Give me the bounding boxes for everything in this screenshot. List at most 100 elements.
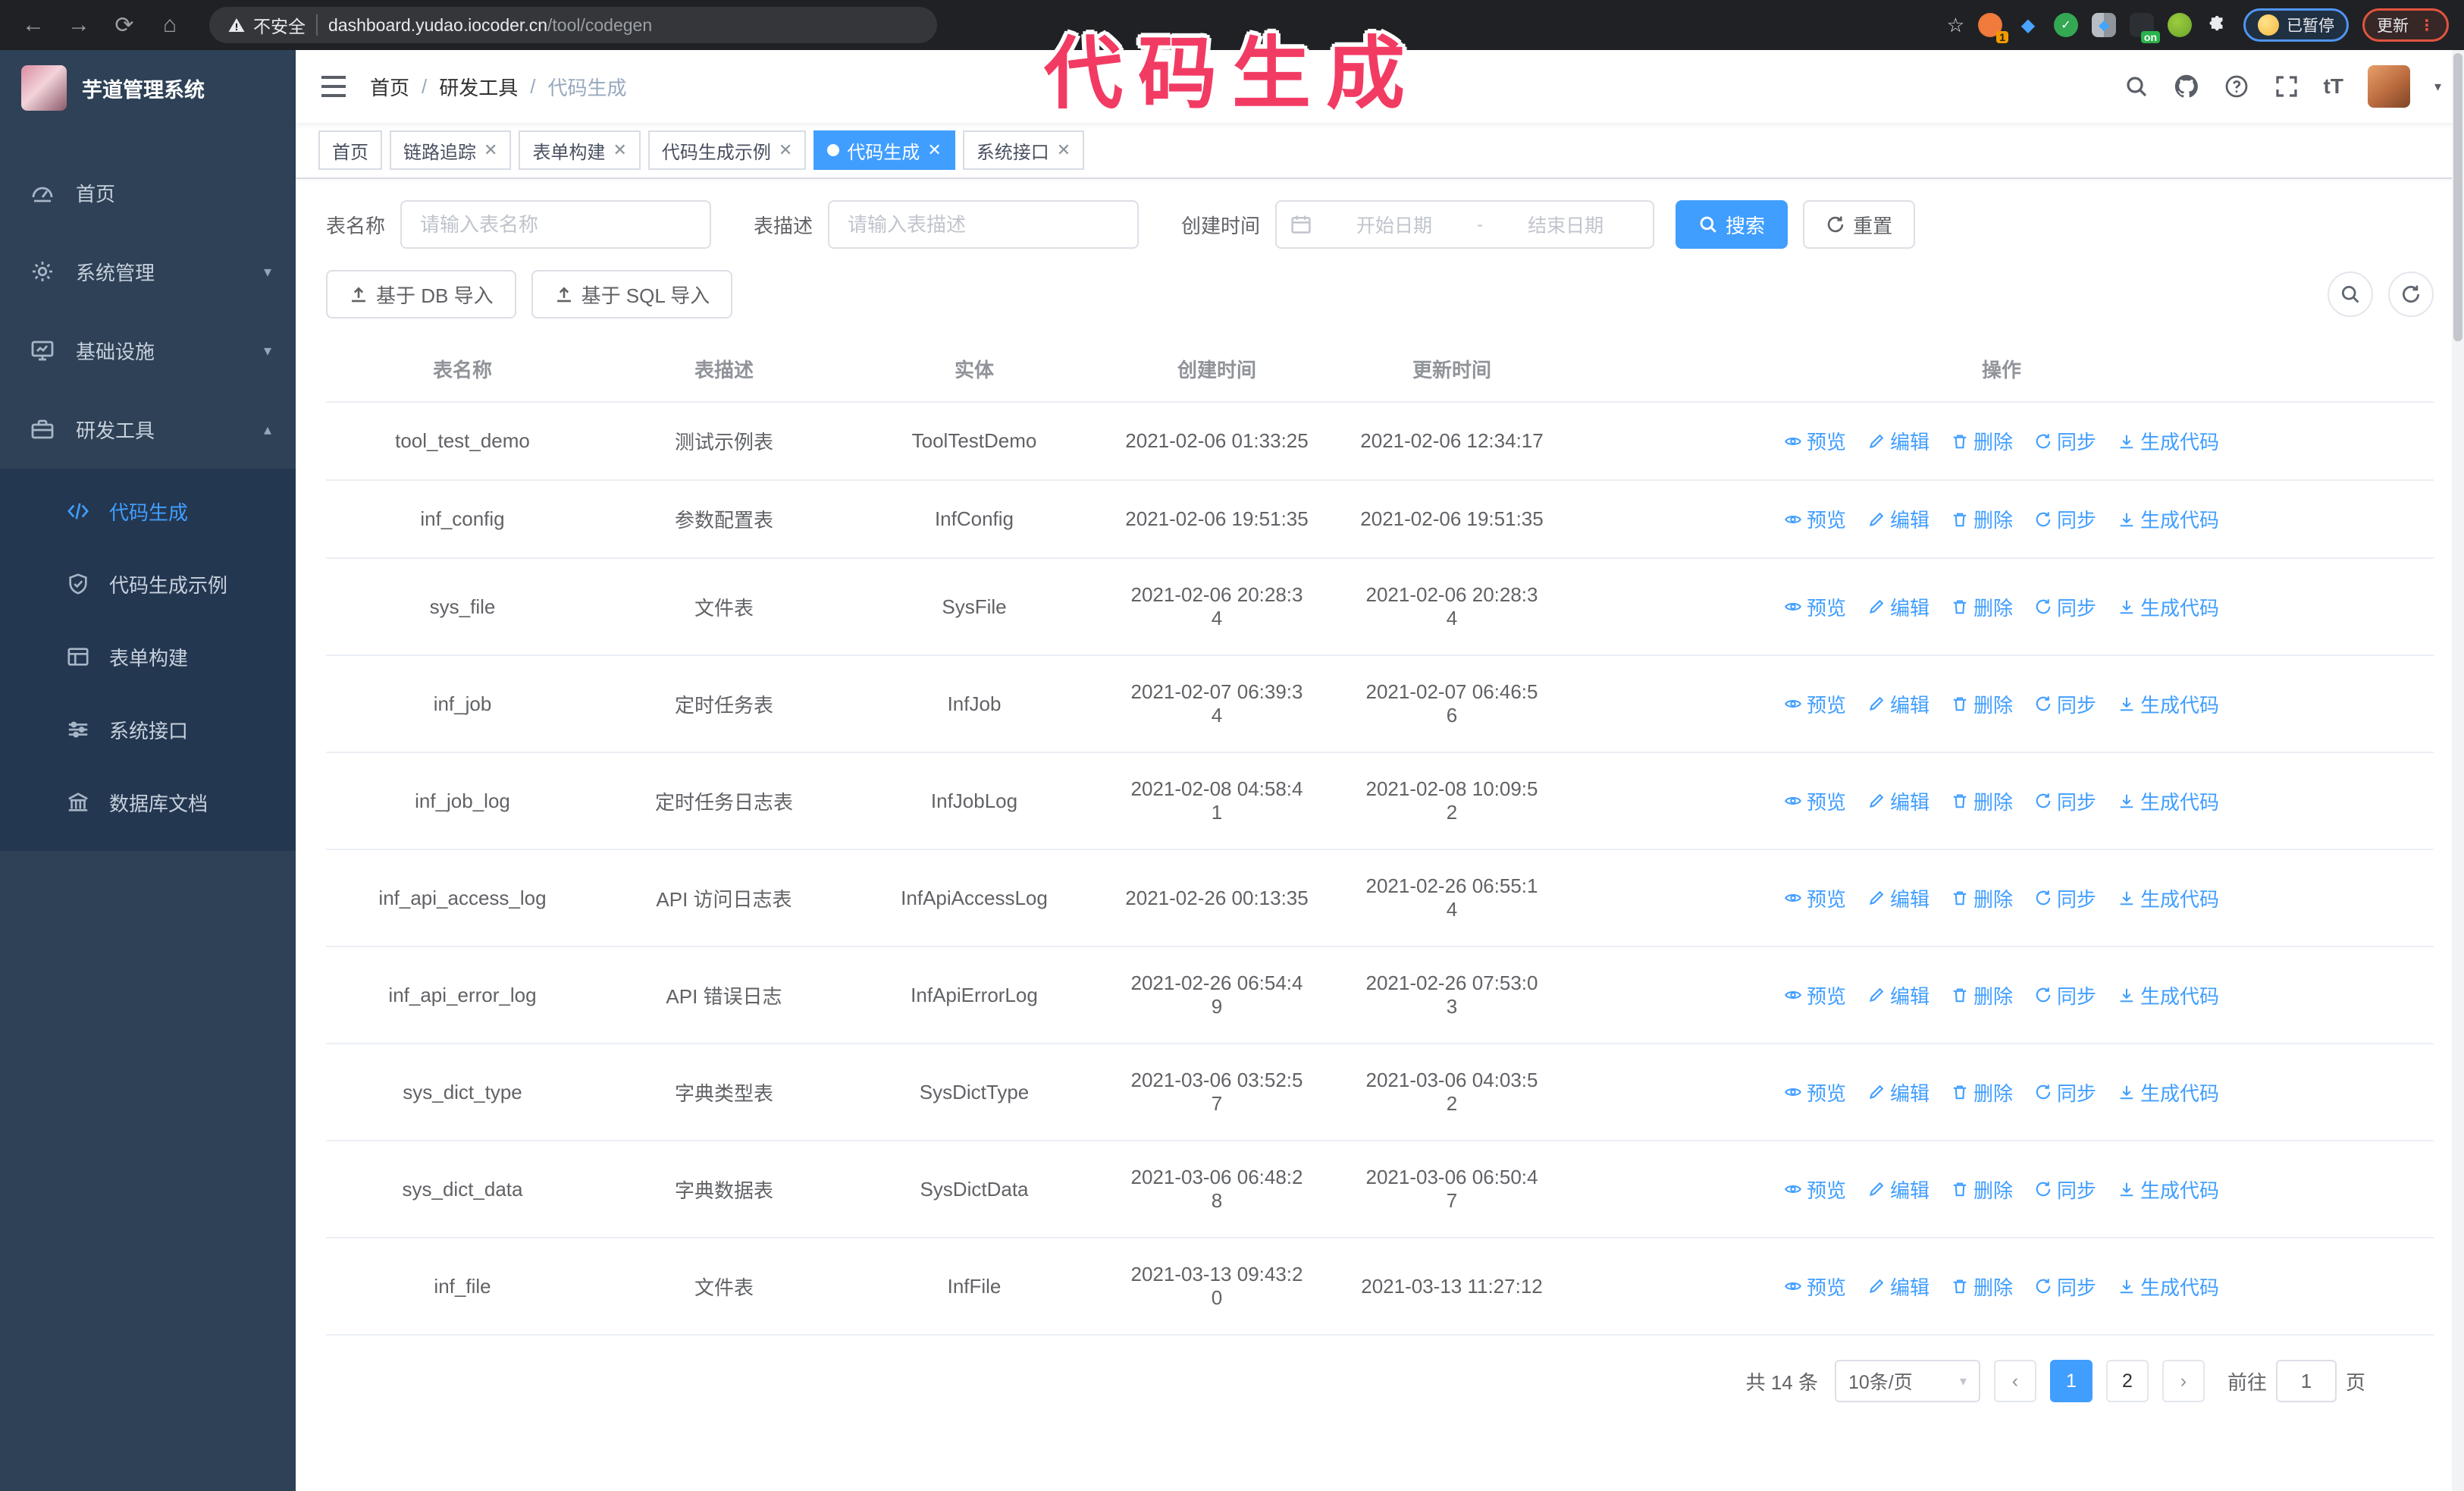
edit-link[interactable]: 编辑 — [1867, 1273, 1930, 1301]
generate-code-link[interactable]: 生成代码 — [2118, 505, 2219, 533]
preview-link[interactable]: 预览 — [1784, 884, 1846, 912]
reset-button[interactable]: 重置 — [1803, 200, 1916, 249]
edit-link[interactable]: 编辑 — [1867, 593, 1930, 621]
sync-link[interactable]: 同步 — [2034, 593, 2096, 621]
preview-link[interactable]: 预览 — [1784, 427, 1846, 455]
edit-link[interactable]: 编辑 — [1867, 1078, 1930, 1106]
sidebar-item-system[interactable]: 系统管理 ▾ — [0, 232, 296, 311]
generate-code-link[interactable]: 生成代码 — [2118, 1176, 2219, 1204]
sidebar-item-infra[interactable]: 基础设施 ▾ — [0, 311, 296, 390]
sync-link[interactable]: 同步 — [2034, 690, 2096, 718]
extension-gem-icon[interactable]: ◆ — [2016, 13, 2040, 37]
text-size-icon[interactable]: tT — [2324, 74, 2343, 99]
extension-check-icon[interactable]: ✓ — [2054, 13, 2078, 37]
browser-menu-icon[interactable]: ⋮ — [2419, 16, 2434, 35]
hamburger-icon[interactable] — [318, 71, 349, 102]
preview-link[interactable]: 预览 — [1784, 981, 1846, 1009]
scrollbar-thumb[interactable] — [2453, 53, 2462, 341]
generate-code-link[interactable]: 生成代码 — [2118, 1273, 2219, 1301]
back-icon[interactable]: ← — [15, 7, 52, 43]
page-scrollbar[interactable] — [2452, 50, 2464, 1491]
sync-link[interactable]: 同步 — [2034, 884, 2096, 912]
sidebar-item-devtools[interactable]: 研发工具 ▴ — [0, 390, 296, 469]
edit-link[interactable]: 编辑 — [1867, 1176, 1930, 1204]
extension-grid-icon[interactable]: ◆ — [2092, 13, 2116, 37]
breadcrumb-home[interactable]: 首页 — [370, 73, 409, 101]
edit-link[interactable]: 编辑 — [1867, 884, 1930, 912]
preview-link[interactable]: 预览 — [1784, 787, 1846, 815]
sidebar-item-codegen[interactable]: 代码生成 — [0, 475, 296, 548]
generate-code-link[interactable]: 生成代码 — [2118, 981, 2219, 1009]
profile-paused-chip[interactable]: 已暂停 — [2243, 8, 2349, 42]
sidebar-item-home[interactable]: 首页 — [0, 153, 296, 232]
generate-code-link[interactable]: 生成代码 — [2118, 427, 2219, 455]
close-icon[interactable]: ✕ — [613, 140, 626, 160]
date-range-picker[interactable]: 开始日期 - 结束日期 — [1275, 200, 1655, 249]
bookmark-star-icon[interactable]: ☆ — [1947, 14, 1964, 37]
extension-bot-icon[interactable] — [2168, 13, 2192, 37]
breadcrumb-devtools[interactable]: 研发工具 — [439, 73, 518, 101]
edit-link[interactable]: 编辑 — [1867, 787, 1930, 815]
sync-link[interactable]: 同步 — [2034, 981, 2096, 1009]
page-button-1[interactable]: 1 — [2049, 1360, 2093, 1402]
sidebar-item-codegen-example[interactable]: 代码生成示例 — [0, 548, 296, 620]
table-name-input[interactable] — [400, 200, 712, 249]
import-db-button[interactable]: 基于 DB 导入 — [326, 270, 516, 319]
prev-page-button[interactable]: ‹ — [1993, 1360, 2036, 1402]
show-search-button[interactable] — [2328, 272, 2373, 317]
sync-link[interactable]: 同步 — [2034, 1078, 2096, 1106]
sync-link[interactable]: 同步 — [2034, 787, 2096, 815]
tab-system-api[interactable]: 系统接口 ✕ — [962, 130, 1085, 170]
table-desc-input[interactable] — [828, 200, 1140, 249]
page-size-select[interactable]: 10条/页 ▾ — [1834, 1360, 1980, 1402]
edit-link[interactable]: 编辑 — [1867, 427, 1930, 455]
edit-link[interactable]: 编辑 — [1867, 690, 1930, 718]
sync-link[interactable]: 同步 — [2034, 1273, 2096, 1301]
update-chip[interactable]: 更新 ⋮ — [2362, 8, 2449, 42]
tab-trace[interactable]: 链路追踪 ✕ — [390, 130, 512, 170]
sidebar-logo[interactable]: 芋道管理系统 — [0, 50, 296, 126]
search-button[interactable]: 搜索 — [1676, 200, 1788, 249]
close-icon[interactable]: ✕ — [927, 140, 941, 160]
forward-icon[interactable]: → — [61, 7, 97, 43]
generate-code-link[interactable]: 生成代码 — [2118, 884, 2219, 912]
home-icon[interactable]: ⌂ — [152, 7, 188, 43]
caret-down-icon[interactable]: ▾ — [2434, 79, 2441, 95]
goto-page-input[interactable] — [2275, 1360, 2337, 1402]
generate-code-link[interactable]: 生成代码 — [2118, 690, 2219, 718]
search-icon[interactable] — [2124, 74, 2149, 99]
delete-link[interactable]: 删除 — [1951, 981, 2013, 1009]
security-warning[interactable]: 不安全 — [227, 12, 306, 38]
import-sql-button[interactable]: 基于 SQL 导入 — [531, 270, 733, 319]
delete-link[interactable]: 删除 — [1951, 593, 2013, 621]
sync-link[interactable]: 同步 — [2034, 427, 2096, 455]
tab-home[interactable]: 首页 — [318, 130, 382, 170]
preview-link[interactable]: 预览 — [1784, 1078, 1846, 1106]
delete-link[interactable]: 删除 — [1951, 1273, 2013, 1301]
avatar[interactable] — [2367, 65, 2410, 108]
github-icon[interactable] — [2174, 74, 2199, 99]
extension-orange-icon[interactable]: 1 — [1978, 13, 2008, 43]
preview-link[interactable]: 预览 — [1784, 593, 1846, 621]
preview-link[interactable]: 预览 — [1784, 1176, 1846, 1204]
page-button-2[interactable]: 2 — [2105, 1360, 2149, 1402]
delete-link[interactable]: 删除 — [1951, 1176, 2013, 1204]
delete-link[interactable]: 删除 — [1951, 427, 2013, 455]
edit-link[interactable]: 编辑 — [1867, 981, 1930, 1009]
generate-code-link[interactable]: 生成代码 — [2118, 593, 2219, 621]
tab-codegen-example[interactable]: 代码生成示例 ✕ — [647, 130, 807, 170]
preview-link[interactable]: 预览 — [1784, 1273, 1846, 1301]
sidebar-item-system-api[interactable]: 系统接口 — [0, 693, 296, 766]
close-icon[interactable]: ✕ — [1057, 140, 1071, 160]
sidebar-item-db-doc[interactable]: 数据库文档 — [0, 766, 296, 839]
help-icon[interactable] — [2224, 74, 2249, 99]
tab-form-builder[interactable]: 表单构建 ✕ — [519, 130, 641, 170]
next-page-button[interactable]: › — [2161, 1360, 2205, 1402]
edit-link[interactable]: 编辑 — [1867, 505, 1930, 533]
delete-link[interactable]: 删除 — [1951, 787, 2013, 815]
extension-on-icon[interactable]: on — [2130, 13, 2160, 43]
refresh-table-button[interactable] — [2388, 272, 2434, 317]
reload-icon[interactable]: ⟳ — [106, 7, 143, 43]
delete-link[interactable]: 删除 — [1951, 1078, 2013, 1106]
close-icon[interactable]: ✕ — [779, 140, 792, 160]
